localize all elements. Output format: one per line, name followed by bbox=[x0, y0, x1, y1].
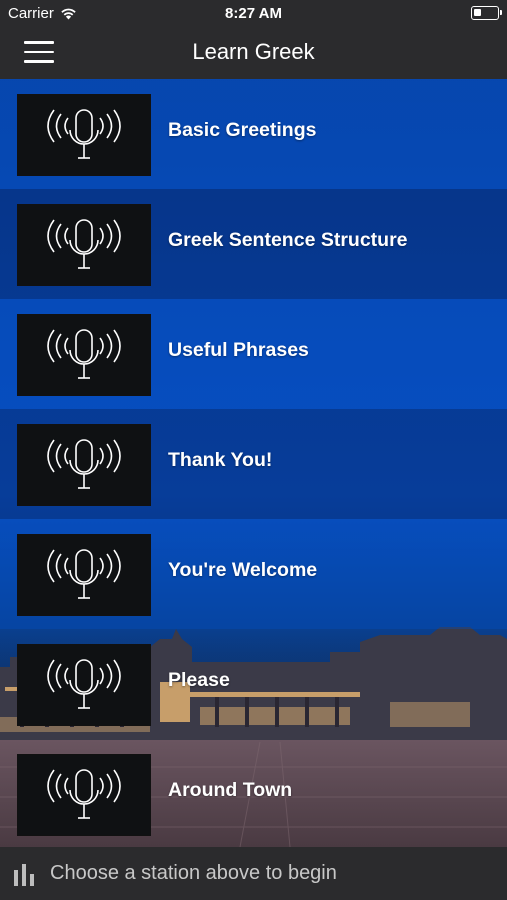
lesson-title: Useful Phrases bbox=[168, 339, 309, 361]
lesson-row-thank-you[interactable]: Thank You! bbox=[0, 409, 507, 519]
lesson-thumbnail bbox=[17, 754, 151, 836]
app-screen: Carrier 8:27 AM Learn Greek Basic Greeti… bbox=[0, 0, 507, 900]
lesson-thumbnail bbox=[17, 94, 151, 176]
status-right bbox=[471, 6, 502, 20]
lesson-title: Greek Sentence Structure bbox=[168, 229, 408, 251]
lesson-thumbnail bbox=[17, 424, 151, 506]
page-title: Learn Greek bbox=[192, 39, 315, 64]
lesson-title: Please bbox=[168, 669, 230, 691]
battery-icon bbox=[471, 6, 502, 20]
lesson-row-please[interactable]: Please bbox=[0, 629, 507, 739]
equalizer-bars-icon bbox=[14, 864, 34, 886]
lesson-thumbnail bbox=[17, 644, 151, 726]
microphone-broadcast-icon bbox=[47, 329, 121, 379]
now-playing-message: Choose a station above to begin bbox=[50, 862, 337, 884]
now-playing-bar[interactable]: Choose a station above to begin bbox=[0, 847, 507, 900]
microphone-broadcast-icon bbox=[47, 549, 121, 599]
lesson-list[interactable]: Basic Greetings Greek Sentence Structure… bbox=[0, 79, 507, 847]
status-bar: Carrier 8:27 AM bbox=[0, 0, 507, 28]
microphone-broadcast-icon bbox=[47, 109, 121, 159]
lesson-row-youre-welcome[interactable]: You're Welcome bbox=[0, 519, 507, 629]
battery-level bbox=[474, 9, 481, 16]
lesson-thumbnail bbox=[17, 314, 151, 396]
lesson-row-around-town[interactable]: Around Town bbox=[0, 739, 507, 847]
lesson-title: Around Town bbox=[168, 779, 293, 801]
lesson-title: Thank You! bbox=[168, 449, 273, 471]
microphone-broadcast-icon bbox=[47, 219, 121, 269]
lesson-title: You're Welcome bbox=[168, 559, 318, 581]
lesson-thumbnail bbox=[17, 534, 151, 616]
lesson-row-basic-greetings[interactable]: Basic Greetings bbox=[0, 79, 507, 189]
microphone-broadcast-icon bbox=[47, 439, 121, 489]
lesson-thumbnail bbox=[17, 204, 151, 286]
lesson-title: Basic Greetings bbox=[168, 119, 317, 141]
microphone-broadcast-icon bbox=[47, 659, 121, 709]
microphone-broadcast-icon bbox=[47, 769, 121, 819]
navigation-bar: Learn Greek bbox=[0, 28, 507, 79]
lesson-row-useful-phrases[interactable]: Useful Phrases bbox=[0, 299, 507, 409]
lesson-row-greek-sentence-structure[interactable]: Greek Sentence Structure bbox=[0, 189, 507, 299]
status-time: 8:27 AM bbox=[225, 5, 282, 22]
